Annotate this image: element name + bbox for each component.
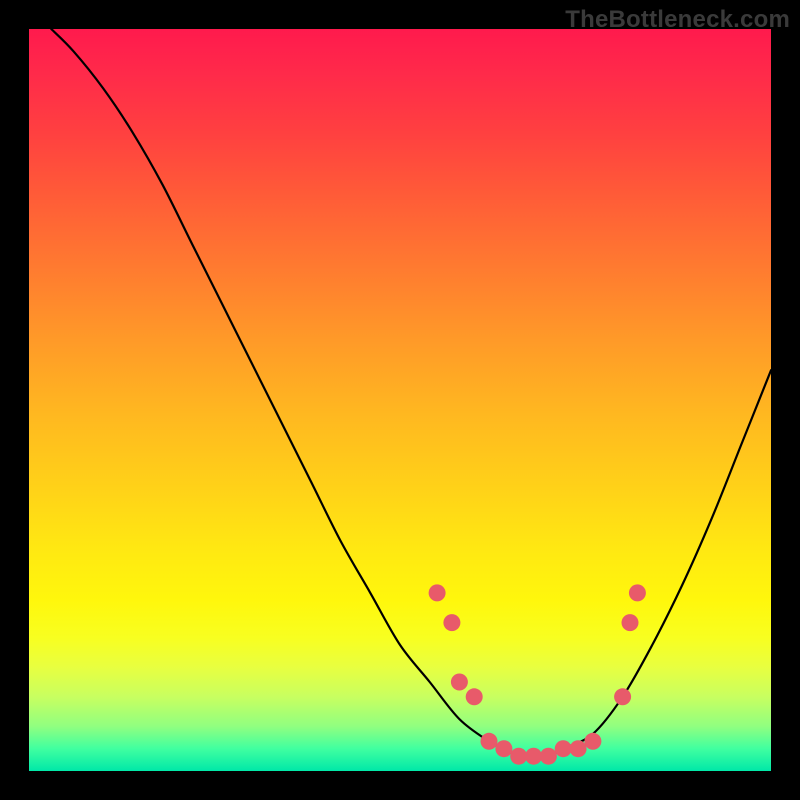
chart-frame: TheBottleneck.com	[0, 0, 800, 800]
marker-dot	[481, 733, 498, 750]
marker-dot	[540, 748, 557, 765]
marker-dot	[629, 584, 646, 601]
marker-dot	[622, 614, 639, 631]
curve-line	[51, 29, 771, 757]
marker-dot	[570, 740, 587, 757]
marker-dot	[584, 733, 601, 750]
marker-dot	[429, 584, 446, 601]
marker-dot	[451, 674, 468, 691]
marker-dot	[466, 688, 483, 705]
marker-dots	[429, 584, 646, 764]
marker-dot	[614, 688, 631, 705]
plot-area	[29, 29, 771, 771]
marker-dot	[443, 614, 460, 631]
marker-dot	[555, 740, 572, 757]
marker-dot	[495, 740, 512, 757]
marker-dot	[510, 748, 527, 765]
marker-dot	[525, 748, 542, 765]
chart-svg	[29, 29, 771, 771]
watermark-text: TheBottleneck.com	[565, 6, 790, 34]
